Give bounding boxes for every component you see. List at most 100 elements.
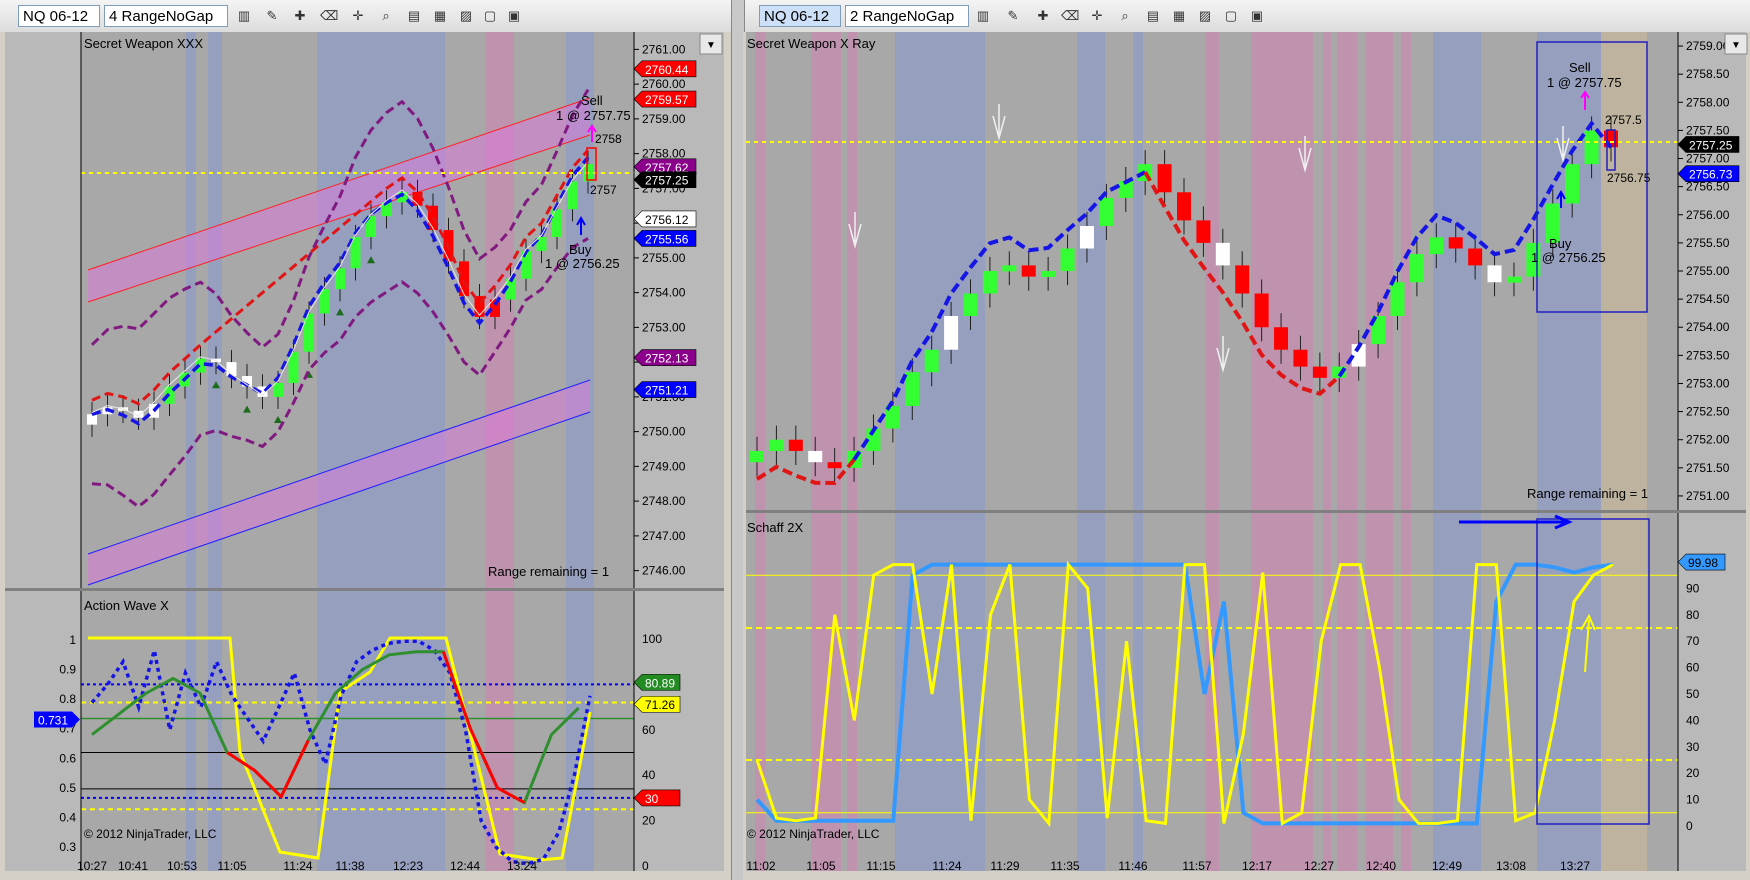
left-period-label: 4 RangeNoGap [109,8,214,25]
right-chart[interactable]: Secret Weapon X Ray Range remaining = 1 … [743,32,1750,880]
indicators-icon[interactable]: ▤ [406,8,422,24]
axis-label: 2756.00 [1686,208,1730,222]
right-period-selector[interactable]: 2 RangeNoGap ▾ [845,5,969,47]
time-label: 12:23 [393,859,423,873]
pencil-icon[interactable]: ✎ [264,8,280,24]
data-box-icon[interactable]: ▢ [1223,8,1239,24]
candle-body [963,293,978,316]
price-tag-label: 2751.21 [645,384,689,398]
price-tag-label: 2756.12 [645,213,689,227]
chart-properties-icon[interactable]: ▨ [458,8,474,24]
pin-icon[interactable]: ✚ [1035,8,1051,24]
session-band [1205,32,1219,510]
window-icon[interactable]: ▣ [506,8,522,24]
axis-label: 2753.50 [1686,348,1730,362]
right-panel-separator[interactable] [746,510,1746,513]
data-box-icon[interactable]: ▢ [482,8,498,24]
pin-icon[interactable]: ✚ [292,8,308,24]
right-instrument-label: NQ 06-12 [764,8,830,25]
axis-label: 2761.00 [642,42,686,56]
session-band [1077,513,1105,871]
candle-body [769,439,784,451]
axis-label: 30 [1686,740,1700,754]
right-copyright: © 2012 NinjaTrader, LLC [747,827,880,841]
candle-body [905,372,920,406]
axis-label: 2753.00 [1686,376,1730,390]
left-level-high: 2758 [595,132,622,146]
right-toolbar: NQ 06-12 ▾ 2 RangeNoGap ▾ ▥ ✎ ✚ ⌫ ✛ ⌕ ▤ … [743,0,1750,47]
left-price-title: Secret Weapon XXX [84,36,203,51]
session-band [847,32,857,510]
eraser-icon[interactable]: ⌫ [1061,8,1079,24]
time-label: 10:53 [167,859,197,873]
price-tag-label: 2759.57 [645,93,689,107]
left-period-selector[interactable]: 4 RangeNoGap ▾ [104,5,228,47]
time-label: 12:44 [450,859,480,873]
zoom-icon[interactable]: ⌕ [1117,8,1133,24]
time-label: 11:24 [283,859,312,873]
crosshair-icon[interactable]: ✛ [1089,8,1105,24]
axis-label: 2760.00 [642,77,686,91]
candle-body [1584,130,1599,165]
zoom-icon[interactable]: ⌕ [378,8,394,24]
axis-label: 2757.00 [1686,152,1730,166]
session-band [1601,32,1647,510]
indicators-icon[interactable]: ▤ [1145,8,1161,24]
right-buy-label: Buy [1549,236,1572,251]
session-band [1537,32,1601,510]
chart-properties-icon[interactable]: ▨ [1197,8,1213,24]
right-sell-fill: 1 @ 2757.75 [1547,75,1622,90]
strategies-icon[interactable]: ▦ [432,8,448,24]
axis-label: 80 [1686,608,1700,622]
session-band [1337,32,1357,510]
axis-label: 2752.00 [1686,433,1730,447]
candle-body [808,450,823,463]
axis-label: 2751.50 [1686,461,1730,475]
candle-body [1060,248,1075,271]
candle-body [1079,226,1094,249]
left-range-remaining: Range remaining = 1 [488,564,609,579]
axis-label: 2755.00 [1686,264,1730,278]
session-band [208,32,222,588]
ninjatrader-workspace: NQ 06-12 ▾ 4 RangeNoGap ▾ ▥ ✎ ✚ ⌫ ✛ ⌕ ▤ … [0,0,1750,880]
axis-label: 2746.00 [642,564,686,578]
right-instrument-selector[interactable]: NQ 06-12 ▾ [759,5,841,47]
osc-tag-label: 30 [645,792,659,806]
window-icon[interactable]: ▣ [1249,8,1265,24]
left-instrument-selector[interactable]: NQ 06-12 ▾ [18,5,100,47]
candle-body [1487,265,1502,283]
right-axis-label: 60 [642,723,656,737]
left-chart[interactable]: Secret Weapon XXX Range remaining = 1 27… [0,32,731,880]
candle-body [1002,265,1017,272]
left-buy-fill: 1 @ 2756.25 [545,256,620,271]
price-tag-label: 2752.13 [645,352,689,366]
session-band [895,32,985,510]
candle-body [1390,282,1405,316]
left-axis-label: 0.4 [59,810,76,824]
session-band [1205,513,1219,871]
axis-label: 2759.00 [1686,39,1730,53]
candle-body [1274,327,1289,350]
bar-type-icon[interactable]: ▥ [975,8,991,24]
axis-label: 2754.50 [1686,292,1730,306]
bar-type-icon[interactable]: ▥ [236,8,252,24]
left-sell-fill: 1 @ 2757.75 [556,108,631,123]
time-label: 11:35 [1050,859,1079,873]
candle-body [273,382,283,397]
left-toolbar: NQ 06-12 ▾ 4 RangeNoGap ▾ ▥ ✎ ✚ ⌫ ✛ ⌕ ▤ … [0,0,731,47]
axis-label: 2753.00 [642,320,686,334]
right-sell-label: Sell [1569,60,1591,75]
candle-body [1468,248,1483,266]
candle-body [788,439,803,451]
crosshair-icon[interactable]: ✛ [350,8,366,24]
axis-label: 10 [1686,793,1700,807]
eraser-icon[interactable]: ⌫ [320,8,338,24]
session-band [1365,513,1393,871]
axis-label: 2748.00 [642,494,686,508]
left-panel-separator[interactable] [5,588,724,591]
strategies-icon[interactable]: ▦ [1171,8,1187,24]
session-band [317,32,445,588]
left-sell-label: Sell [581,93,603,108]
axis-label: 2758.00 [1686,95,1730,109]
pencil-icon[interactable]: ✎ [1005,8,1021,24]
